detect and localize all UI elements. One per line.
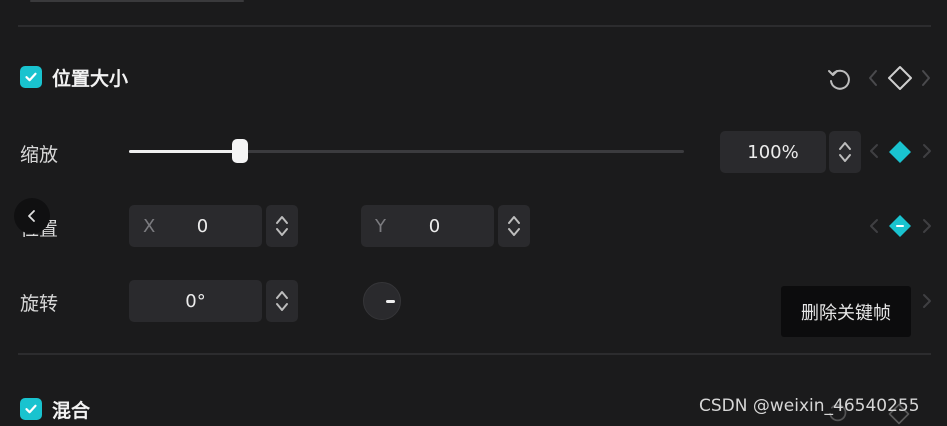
transform-section-title: 位置大小 [52, 68, 129, 90]
scale-slider-fill [129, 150, 240, 153]
collapse-panel-button[interactable] [14, 198, 50, 234]
position-x-value: 0 [196, 215, 209, 237]
scale-next-keyframe-button[interactable] [922, 142, 932, 160]
rotation-stepper[interactable] [266, 280, 298, 322]
transform-section-checkbox[interactable] [20, 66, 42, 88]
chevron-right-icon [922, 70, 930, 86]
chevron-right-icon [923, 294, 931, 308]
rotation-next-keyframe-button[interactable] [922, 292, 932, 310]
keyframe-diamond-outline-icon [888, 66, 912, 90]
delete-keyframe-tooltip: 删除关键帧 [781, 286, 911, 337]
chevron-left-icon [870, 219, 878, 233]
chevron-left-icon [870, 144, 878, 158]
blend-section-title: 混合 [52, 400, 91, 422]
rotation-dial-needle [386, 300, 395, 303]
section-divider-blend [18, 353, 931, 355]
scale-slider[interactable] [129, 139, 684, 163]
blend-section-checkbox[interactable] [20, 398, 42, 420]
position-x-stepper[interactable] [266, 205, 298, 247]
keyframe-diamond-filled-icon [889, 141, 911, 163]
position-y-axis-label: Y [375, 215, 386, 237]
stepper-arrows-icon [508, 216, 520, 236]
check-icon [25, 72, 37, 82]
stepper-arrows-icon [276, 216, 288, 236]
csdn-watermark: CSDN @weixin_46540255 [699, 396, 920, 416]
position-x-input[interactable]: X 0 [129, 205, 262, 247]
rotation-value: 0° [185, 290, 206, 312]
stepper-arrows-icon [839, 142, 851, 162]
top-edge [30, 0, 244, 2]
scale-label: 缩放 [20, 144, 59, 166]
scale-value: 100% [747, 141, 799, 163]
rotation-label: 旋转 [20, 293, 59, 315]
chevron-right-icon [923, 144, 931, 158]
scale-prev-keyframe-button[interactable] [869, 142, 879, 160]
position-y-value: 0 [428, 215, 441, 237]
scale-keyframe-button[interactable] [887, 139, 913, 165]
add-keyframe-button[interactable] [886, 64, 914, 92]
prev-keyframe-button[interactable] [867, 68, 879, 88]
position-y-input[interactable]: Y 0 [361, 205, 494, 247]
keyframe-diamond-filled-icon [889, 215, 911, 237]
check-icon [25, 404, 37, 414]
chevron-left-icon [28, 210, 35, 222]
position-y-stepper[interactable] [498, 205, 530, 247]
scale-slider-thumb[interactable] [232, 139, 248, 163]
chevron-right-icon [923, 219, 931, 233]
rotation-input[interactable]: 0° [129, 280, 262, 322]
position-prev-keyframe-button[interactable] [869, 217, 879, 235]
reset-icon [828, 69, 850, 90]
section-divider-top [18, 25, 931, 27]
next-keyframe-button[interactable] [920, 68, 932, 88]
stepper-arrows-icon [276, 291, 288, 311]
rotation-dial[interactable] [363, 282, 401, 320]
reset-button[interactable] [825, 65, 853, 93]
position-next-keyframe-button[interactable] [922, 217, 932, 235]
scale-stepper[interactable] [829, 131, 861, 173]
scale-input[interactable]: 100% [720, 131, 826, 173]
position-keyframe-button[interactable] [887, 213, 913, 239]
position-x-axis-label: X [143, 215, 156, 237]
chevron-left-icon [869, 70, 877, 86]
